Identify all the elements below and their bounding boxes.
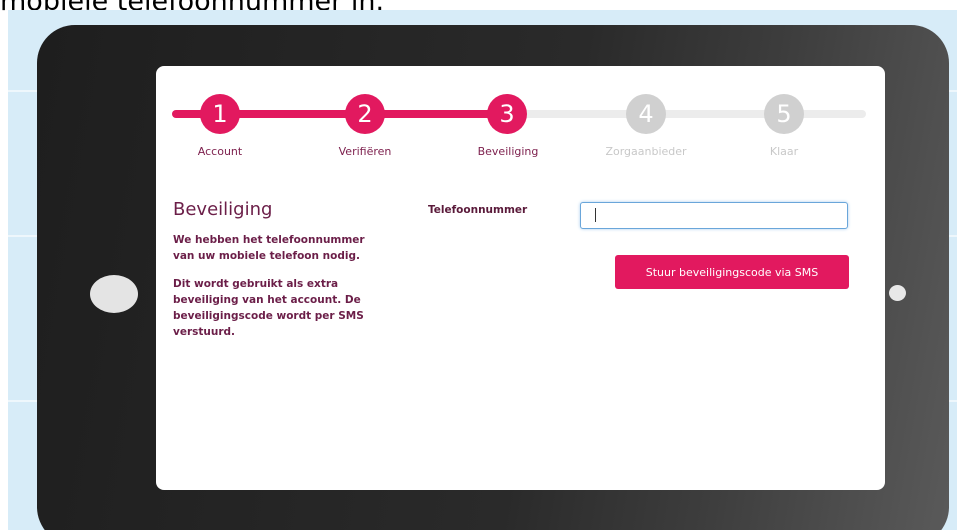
step-2-label[interactable]: Verifiëren [295,145,435,158]
send-sms-code-button[interactable]: Stuur beveiligingscode via SMS [615,255,849,289]
text-cursor [595,208,596,222]
step-5-circle: 5 [764,94,804,134]
step-5-label: Klaar [769,145,799,158]
explanation-text: Dit wordt gebruikt als extra beveiliging… [173,278,364,338]
phone-number-input[interactable] [580,202,848,229]
tablet-home-button [90,275,138,313]
tablet-frame: 1 2 3 4 5 Account Verifiëren Beveiliging… [37,25,949,530]
step-4-label: Zorgaanbieder [605,145,687,158]
background-scene: 1 2 3 4 5 Account Verifiëren Beveiliging… [8,10,957,530]
tablet-camera [889,285,906,301]
tablet-screen: 1 2 3 4 5 Account Verifiëren Beveiliging… [156,66,885,490]
step-3-label[interactable]: Beveiliging [438,145,578,158]
step-1-circle[interactable]: 1 [200,94,240,134]
step-3-circle[interactable]: 3 [487,94,527,134]
section-title: Beveiliging [173,199,273,220]
step-1-label[interactable]: Account [150,145,290,158]
intro-text: We hebben het telefoonnummer van uw mobi… [173,234,365,262]
step-4-circle: 4 [626,94,666,134]
progress-track-remaining [506,110,866,118]
step-2-circle[interactable]: 2 [345,94,385,134]
phone-label: Telefoonnummer [428,204,528,216]
